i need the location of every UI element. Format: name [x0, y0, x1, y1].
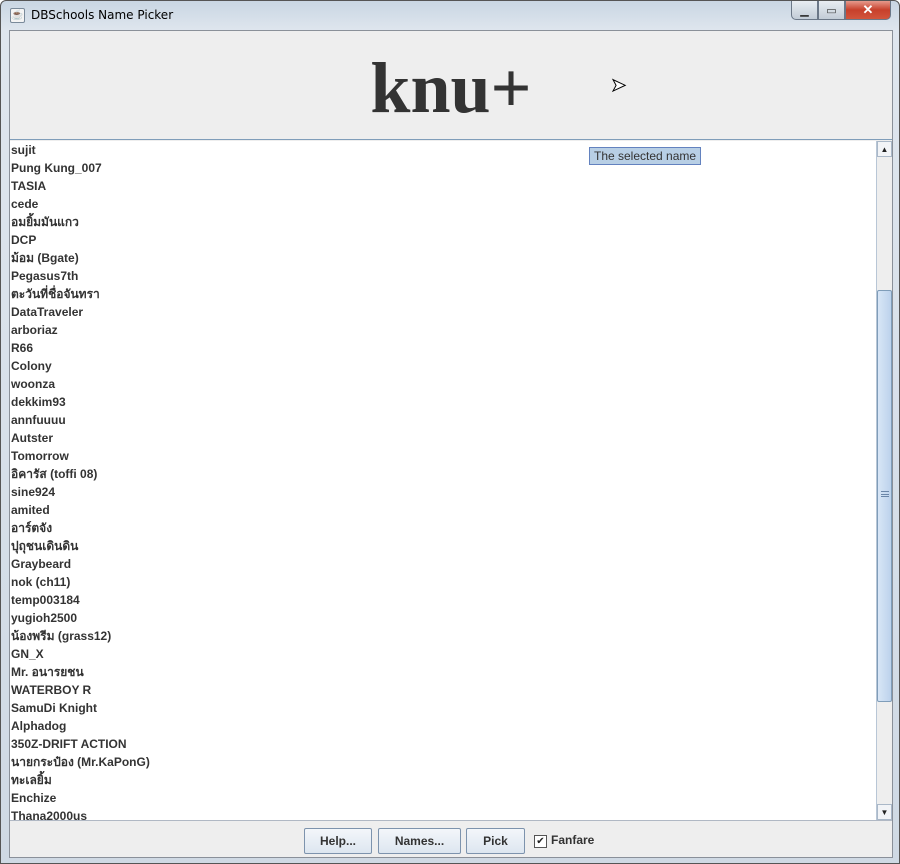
list-item[interactable]: DataTraveler: [10, 303, 876, 321]
list-item[interactable]: อมยิ้มมันแกว: [10, 213, 876, 231]
minimize-button[interactable]: ▁: [791, 1, 818, 20]
list-item[interactable]: ทะเลยิ้ม: [10, 771, 876, 789]
scroll-up-icon[interactable]: ▲: [877, 141, 892, 157]
close-button[interactable]: ✕: [845, 1, 891, 20]
java-icon: ☕: [10, 8, 25, 23]
list-item[interactable]: Colony: [10, 357, 876, 375]
list-item[interactable]: Autster: [10, 429, 876, 447]
list-item[interactable]: Mr. อนารยชน: [10, 663, 876, 681]
names-list[interactable]: sujit Pung Kung_007 TASIA cede อมยิ้มมันแกว D…: [10, 141, 876, 820]
list-item[interactable]: nok (ch11): [10, 573, 876, 591]
list-item[interactable]: GN_X: [10, 645, 876, 663]
list-item[interactable]: Graybeard: [10, 555, 876, 573]
selected-name: knu+: [370, 48, 532, 128]
list-item[interactable]: arboriaz: [10, 321, 876, 339]
selected-name-panel: knu+ ➤: [10, 31, 892, 140]
list-item[interactable]: sine924: [10, 483, 876, 501]
list-item[interactable]: อิคารัส (toffi 08): [10, 465, 876, 483]
maximize-button[interactable]: ▭: [818, 1, 845, 20]
list-item[interactable]: ม้อม (Bgate): [10, 249, 876, 267]
list-item[interactable]: น้องพรีม (grass12): [10, 627, 876, 645]
list-item[interactable]: TASIA: [10, 177, 876, 195]
list-item[interactable]: annfuuuu: [10, 411, 876, 429]
list-item[interactable]: Enchize: [10, 789, 876, 807]
list-item[interactable]: Thana2000us: [10, 807, 876, 820]
pick-button[interactable]: Pick: [466, 828, 525, 854]
scroll-thumb[interactable]: [877, 290, 892, 702]
list-item[interactable]: temp003184: [10, 591, 876, 609]
button-bar: Help... Names... Pick ✔ Fanfare: [10, 820, 892, 858]
list-item[interactable]: SamuDi Knight: [10, 699, 876, 717]
grip-icon: [881, 491, 889, 497]
tooltip: The selected name: [589, 147, 702, 165]
list-item[interactable]: Tomorrow: [10, 447, 876, 465]
list-item[interactable]: Pegasus7th: [10, 267, 876, 285]
list-item[interactable]: woonza: [10, 375, 876, 393]
title-bar: ☕ DBSchools Name Picker ▁ ▭ ✕: [1, 1, 899, 29]
window-title: DBSchools Name Picker: [31, 8, 174, 22]
list-item[interactable]: ตะวันที่ชื่อจันทรา: [10, 285, 876, 303]
list-item[interactable]: WATERBOY R: [10, 681, 876, 699]
fanfare-label[interactable]: Fanfare: [551, 833, 594, 847]
fanfare-checkbox[interactable]: ✔: [534, 835, 547, 848]
list-item[interactable]: dekkim93: [10, 393, 876, 411]
client-area: knu+ ➤ sujit Pung Kung_007 TASIA cede อมยิ้ม…: [9, 30, 893, 858]
help-button[interactable]: Help...: [304, 828, 372, 854]
list-item[interactable]: นายกระป๋อง (Mr.KaPonG): [10, 753, 876, 771]
list-item[interactable]: Pung Kung_007: [10, 159, 876, 177]
list-item[interactable]: Alphadog: [10, 717, 876, 735]
list-item[interactable]: 350Z-DRIFT ACTION: [10, 735, 876, 753]
list-item[interactable]: DCP: [10, 231, 876, 249]
list-item[interactable]: sujit: [10, 141, 876, 159]
scroll-down-icon[interactable]: ▼: [877, 804, 892, 820]
vertical-scrollbar[interactable]: ▲ ▼: [876, 141, 892, 820]
list-item[interactable]: yugioh2500: [10, 609, 876, 627]
app-window: ☕ DBSchools Name Picker ▁ ▭ ✕ knu+ ➤ suj…: [0, 0, 900, 864]
mouse-cursor-icon: ➤: [610, 75, 627, 96]
names-button[interactable]: Names...: [378, 828, 461, 854]
list-item[interactable]: ปุถุชนเดินดิน: [10, 537, 876, 555]
list-item[interactable]: R66: [10, 339, 876, 357]
list-item[interactable]: cede: [10, 195, 876, 213]
list-item[interactable]: อาร์ตจัง: [10, 519, 876, 537]
list-item[interactable]: amited: [10, 501, 876, 519]
